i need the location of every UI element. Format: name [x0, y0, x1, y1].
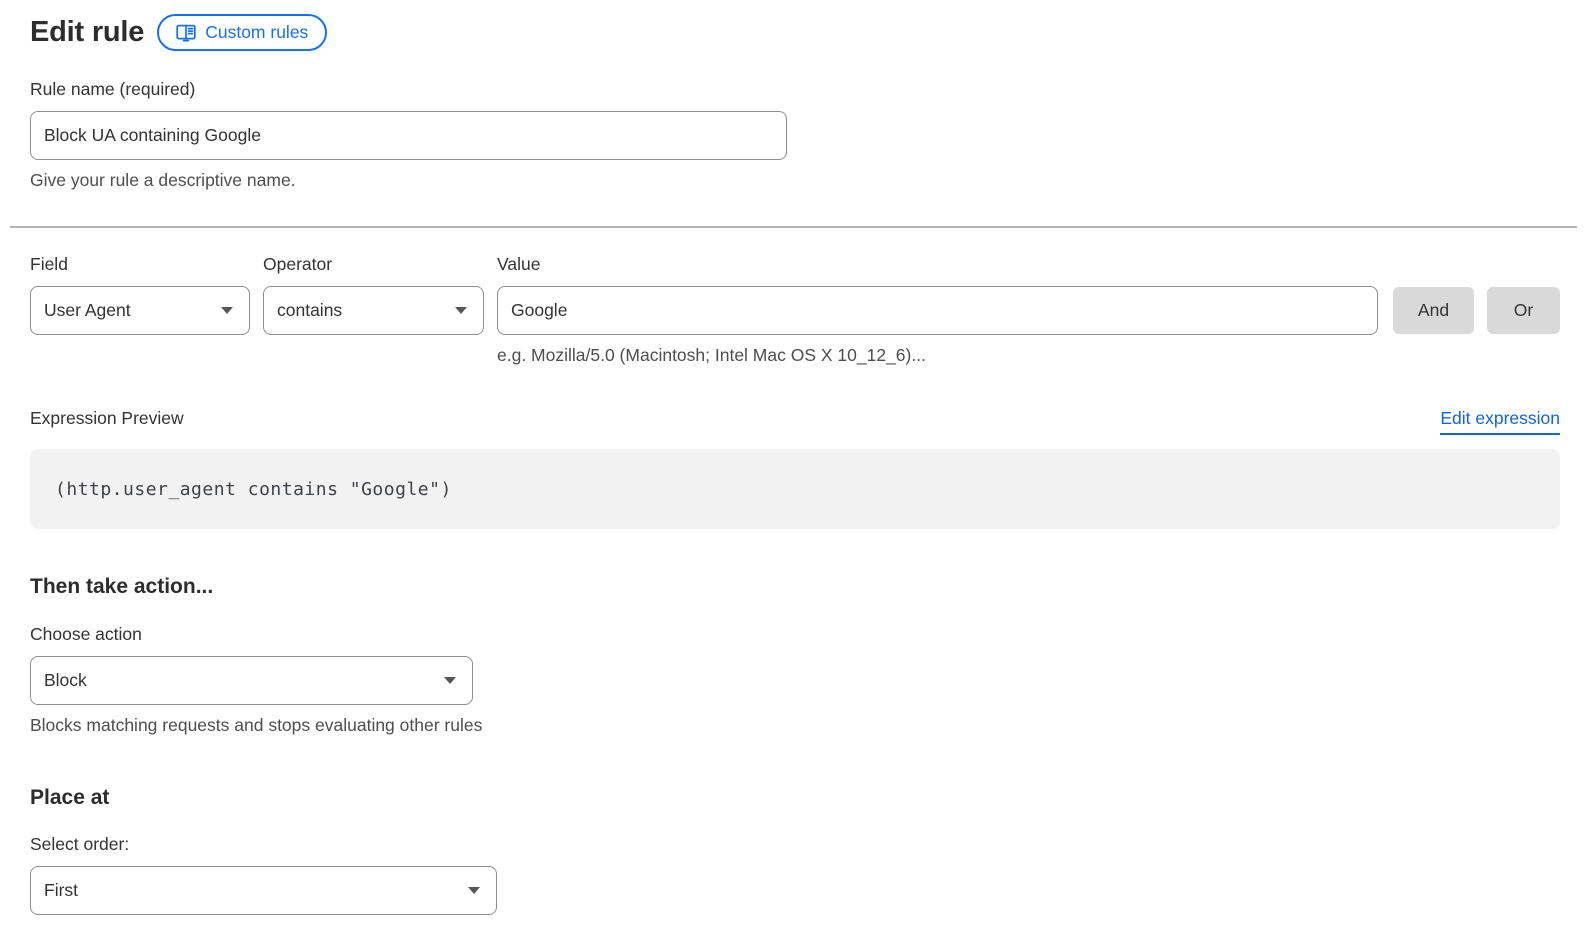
book-icon: [176, 24, 196, 42]
expression-preview-label: Expression Preview: [30, 408, 184, 429]
and-button[interactable]: And: [1393, 287, 1474, 334]
operator-column: Operator contains: [263, 254, 484, 335]
rule-name-help: Give your rule a descriptive name.: [30, 170, 1560, 191]
field-label: Field: [30, 254, 250, 275]
operator-label: Operator: [263, 254, 484, 275]
select-order-label: Select order:: [30, 834, 1560, 855]
chevron-down-icon: [221, 307, 233, 314]
condition-row: Field User Agent Operator contains Value…: [30, 254, 1560, 366]
value-label: Value: [497, 254, 1378, 275]
edit-expression-link[interactable]: Edit expression: [1440, 408, 1560, 435]
or-button[interactable]: Or: [1487, 287, 1560, 334]
field-column: Field User Agent: [30, 254, 250, 335]
and-or-buttons: And Or: [1393, 254, 1560, 334]
operator-select-value: contains: [277, 300, 342, 321]
custom-rules-button[interactable]: Custom rules: [157, 14, 327, 51]
rule-name-input[interactable]: [30, 111, 787, 160]
value-help: e.g. Mozilla/5.0 (Macintosh; Intel Mac O…: [497, 345, 1378, 366]
rule-name-label: Rule name (required): [30, 79, 1560, 100]
value-column: Value e.g. Mozilla/5.0 (Macintosh; Intel…: [497, 254, 1378, 366]
field-select[interactable]: User Agent: [30, 286, 250, 335]
operator-select[interactable]: contains: [263, 286, 484, 335]
action-select[interactable]: Block: [30, 656, 473, 705]
chevron-down-icon: [455, 307, 467, 314]
order-select[interactable]: First: [30, 866, 497, 915]
field-select-value: User Agent: [44, 300, 131, 321]
page-header: Edit rule Custom rules: [30, 14, 1560, 51]
chevron-down-icon: [444, 677, 456, 684]
section-divider: [10, 226, 1577, 228]
choose-action-label: Choose action: [30, 624, 1560, 645]
custom-rules-label: Custom rules: [205, 22, 308, 43]
condition-builder: Field User Agent Operator contains Value…: [30, 254, 1560, 366]
expression-code-text: (http.user_agent contains "Google"): [55, 479, 452, 500]
value-input[interactable]: [497, 286, 1378, 335]
expression-preview-code: (http.user_agent contains "Google"): [30, 449, 1560, 529]
placement-section: Place at Select order: First: [30, 786, 1560, 915]
expression-preview-section: Expression Preview Edit expression (http…: [30, 408, 1560, 529]
rule-name-section: Rule name (required) Give your rule a de…: [30, 79, 1560, 191]
action-help: Blocks matching requests and stops evalu…: [30, 715, 1560, 736]
place-at-heading: Place at: [30, 786, 1560, 810]
page-title: Edit rule: [30, 16, 144, 49]
action-heading: Then take action...: [30, 575, 1560, 599]
action-section: Then take action... Choose action Block …: [30, 575, 1560, 736]
chevron-down-icon: [468, 887, 480, 894]
edit-rule-page: Edit rule Custom rules Rule name (requir…: [0, 0, 1587, 952]
order-select-value: First: [44, 880, 78, 901]
expression-preview-header: Expression Preview Edit expression: [30, 408, 1560, 435]
action-select-value: Block: [44, 670, 87, 691]
